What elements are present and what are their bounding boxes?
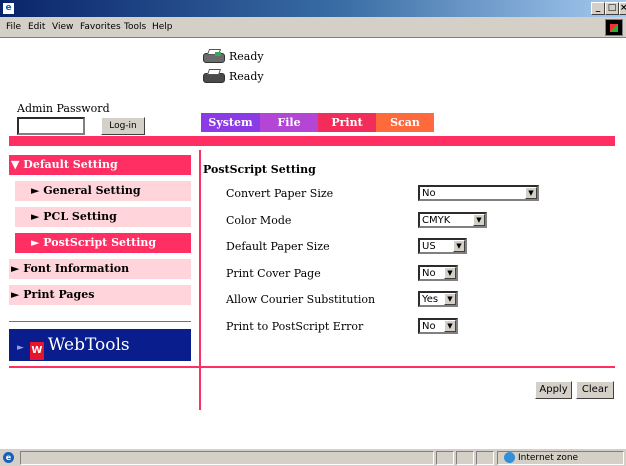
menu-view[interactable]: View [52,22,73,32]
default-paper-size-select[interactable]: US ▼ [418,238,467,254]
allow-courier-substitution-label: Allow Courier Substitution [226,293,376,306]
default-paper-size-label: Default Paper Size [226,240,330,253]
dropdown-arrow-icon[interactable]: ▼ [453,240,465,252]
printer-status-1: Ready [201,48,264,65]
admin-password-input[interactable] [17,117,85,135]
tab-system[interactable]: System [201,113,260,132]
webtools-logo-icon: W [29,342,44,360]
sidebar-item-pcl-setting[interactable]: ► PCL Setting [15,207,191,227]
color-mode-select[interactable]: CMYK ▼ [418,212,487,228]
ie-icon[interactable]: e [2,2,15,15]
status-cell [476,451,494,465]
sidebar-item-font-information[interactable]: ► Font Information [9,259,191,279]
menu-edit[interactable]: Edit [28,22,45,32]
webtools-label: WebTools [47,335,130,355]
login-button[interactable]: Log-in [101,117,145,135]
dropdown-arrow-icon[interactable]: ▼ [444,293,456,305]
status-bar: e Internet zone [0,448,626,466]
sidebar-item-general-setting[interactable]: ► General Setting [15,181,191,201]
apply-button[interactable]: Apply [535,381,572,399]
content-divider [9,366,615,368]
convert-paper-size-label: Convert Paper Size [226,187,334,200]
dropdown-arrow-icon[interactable]: ▼ [473,214,485,226]
printer-status-2: Ready [201,68,264,85]
tab-scan[interactable]: Scan [376,113,434,132]
convert-paper-size-select[interactable]: No ▼ [418,185,539,201]
title-bar: e _ □ × [0,0,626,17]
admin-password-label: Admin Password [17,102,110,115]
arrow-icon: ► [17,343,24,353]
sidebar-divider [9,321,191,322]
zone-label: Internet zone [518,453,579,463]
maximize-button[interactable]: □ [605,2,619,15]
tab-print[interactable]: Print [318,113,376,132]
status-cell [456,451,474,465]
status-text: Ready [229,50,264,63]
close-button[interactable]: × [619,2,626,15]
webtools-link[interactable]: ► W WebTools [9,329,191,361]
printer-icon [201,68,227,85]
status-text-cell [20,451,434,465]
page-status-icon: e [3,452,14,463]
dropdown-arrow-icon[interactable]: ▼ [444,267,456,279]
menu-bar: File Edit View Favorites Tools Help [0,17,626,38]
sidebar-item-postscript-setting[interactable]: ► PostScript Setting [15,233,191,253]
print-to-postscript-error-select[interactable]: No ▼ [418,318,458,334]
status-text: Ready [229,70,264,83]
menu-favorites[interactable]: Favorites [80,22,121,32]
main-tabs: System File Print Scan [201,113,434,132]
printer-icon [201,48,227,65]
vertical-divider [199,150,201,410]
minimize-button[interactable]: _ [591,2,605,15]
menu-tools[interactable]: Tools [124,22,146,32]
allow-courier-substitution-select[interactable]: Yes ▼ [418,291,458,307]
dropdown-arrow-icon[interactable]: ▼ [444,320,456,332]
menu-file[interactable]: File [6,22,21,32]
dropdown-arrow-icon[interactable]: ▼ [525,187,537,199]
color-mode-label: Color Mode [226,214,292,227]
header-divider [9,136,615,146]
print-cover-page-select[interactable]: No ▼ [418,265,458,281]
page-content: Ready Ready Admin Password Log-in System… [0,39,626,448]
sidebar-item-print-pages[interactable]: ► Print Pages [9,285,191,305]
page-title: PostScript Setting [203,163,316,176]
sidebar-item-default-setting[interactable]: ▼ Default Setting [9,155,191,175]
windows-logo-icon [605,19,623,36]
print-to-postscript-error-label: Print to PostScript Error [226,320,364,333]
status-cell [436,451,454,465]
internet-zone-icon [504,452,515,463]
tab-file[interactable]: File [260,113,318,132]
clear-button[interactable]: Clear [576,381,614,399]
print-cover-page-label: Print Cover Page [226,267,321,280]
menu-help[interactable]: Help [152,22,173,32]
